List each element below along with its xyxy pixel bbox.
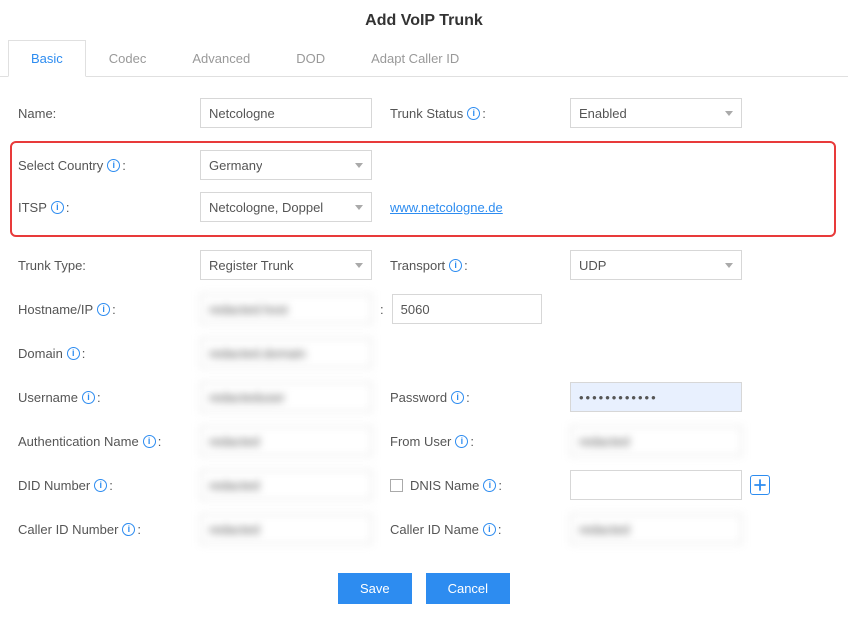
- password-label-text: Password: [390, 390, 447, 405]
- name-label-text: Name:: [18, 106, 56, 121]
- select-country-value: Germany: [209, 158, 262, 173]
- page-title: Add VoIP Trunk: [0, 0, 848, 40]
- itsp-link[interactable]: www.netcologne.de: [390, 200, 503, 215]
- country-itsp-highlight: Select Country i : Germany ITSP i : Netc…: [10, 141, 836, 237]
- username-label-text: Username: [18, 390, 78, 405]
- trunk-status-label: Trunk Status i :: [390, 106, 570, 121]
- dnis-checkbox[interactable]: [390, 479, 403, 492]
- chevron-down-icon: [725, 111, 733, 116]
- domain-label-text: Domain: [18, 346, 63, 361]
- chevron-down-icon: [355, 205, 363, 210]
- tab-dod[interactable]: DOD: [273, 40, 348, 76]
- tab-adapt-caller-id[interactable]: Adapt Caller ID: [348, 40, 482, 76]
- did-number-input[interactable]: [200, 470, 372, 500]
- trunk-type-select[interactable]: Register Trunk: [200, 250, 372, 280]
- cancel-button[interactable]: Cancel: [426, 573, 510, 604]
- form-area: Name: Trunk Status i : Enabled Select Co…: [0, 77, 848, 565]
- info-icon[interactable]: i: [94, 479, 107, 492]
- info-icon[interactable]: i: [483, 523, 496, 536]
- add-did-button[interactable]: [750, 475, 770, 495]
- caller-id-number-label-text: Caller ID Number: [18, 522, 118, 537]
- caller-id-name-label-text: Caller ID Name: [390, 522, 479, 537]
- dnis-name-label-text: DNIS Name: [410, 478, 479, 493]
- auth-name-label-text: Authentication Name: [18, 434, 139, 449]
- hostname-input[interactable]: [200, 294, 372, 324]
- info-icon[interactable]: i: [51, 201, 64, 214]
- tab-basic[interactable]: Basic: [8, 40, 86, 77]
- info-icon[interactable]: i: [67, 347, 80, 360]
- port-separator: :: [372, 302, 392, 317]
- transport-value: UDP: [579, 258, 606, 273]
- tab-codec[interactable]: Codec: [86, 40, 170, 76]
- tab-advanced[interactable]: Advanced: [169, 40, 273, 76]
- port-input[interactable]: [392, 294, 542, 324]
- name-label: Name:: [18, 106, 200, 121]
- info-icon[interactable]: i: [143, 435, 156, 448]
- caller-id-number-label: Caller ID Number i :: [18, 522, 200, 537]
- chevron-down-icon: [355, 163, 363, 168]
- footer-buttons: Save Cancel: [0, 565, 848, 622]
- info-icon[interactable]: i: [455, 435, 468, 448]
- dnis-name-input[interactable]: [570, 470, 742, 500]
- trunk-status-select[interactable]: Enabled: [570, 98, 742, 128]
- password-input[interactable]: [570, 382, 742, 412]
- dnis-name-label: DNIS Name i :: [390, 478, 570, 493]
- caller-id-number-input[interactable]: [200, 514, 372, 544]
- plus-icon: [754, 479, 766, 491]
- did-number-label: DID Number i :: [18, 478, 200, 493]
- hostname-label: Hostname/IP i :: [18, 302, 200, 317]
- chevron-down-icon: [725, 263, 733, 268]
- info-icon[interactable]: i: [467, 107, 480, 120]
- from-user-label-text: From User: [390, 434, 451, 449]
- transport-select[interactable]: UDP: [570, 250, 742, 280]
- auth-name-label: Authentication Name i :: [18, 434, 200, 449]
- info-icon[interactable]: i: [97, 303, 110, 316]
- password-label: Password i :: [390, 390, 570, 405]
- from-user-label: From User i :: [390, 434, 570, 449]
- select-country-label: Select Country i :: [18, 158, 200, 173]
- itsp-label-text: ITSP: [18, 200, 47, 215]
- trunk-type-value: Register Trunk: [209, 258, 294, 273]
- hostname-label-text: Hostname/IP: [18, 302, 93, 317]
- domain-label: Domain i :: [18, 346, 200, 361]
- caller-id-name-input[interactable]: [570, 514, 742, 544]
- transport-label: Transport i :: [390, 258, 570, 273]
- username-input[interactable]: [200, 382, 372, 412]
- itsp-value: Netcologne, Doppel: [209, 200, 323, 215]
- itsp-label: ITSP i :: [18, 200, 200, 215]
- select-country-select[interactable]: Germany: [200, 150, 372, 180]
- info-icon[interactable]: i: [122, 523, 135, 536]
- trunk-type-label: Trunk Type:: [18, 258, 200, 273]
- info-icon[interactable]: i: [82, 391, 95, 404]
- trunk-status-value: Enabled: [579, 106, 627, 121]
- itsp-select[interactable]: Netcologne, Doppel: [200, 192, 372, 222]
- info-icon[interactable]: i: [483, 479, 496, 492]
- info-icon[interactable]: i: [107, 159, 120, 172]
- transport-label-text: Transport: [390, 258, 445, 273]
- auth-name-input[interactable]: [200, 426, 372, 456]
- tabs: Basic Codec Advanced DOD Adapt Caller ID: [0, 40, 848, 77]
- domain-input[interactable]: [200, 338, 372, 368]
- info-icon[interactable]: i: [451, 391, 464, 404]
- trunk-type-label-text: Trunk Type:: [18, 258, 86, 273]
- trunk-status-label-text: Trunk Status: [390, 106, 463, 121]
- did-number-label-text: DID Number: [18, 478, 90, 493]
- save-button[interactable]: Save: [338, 573, 412, 604]
- select-country-label-text: Select Country: [18, 158, 103, 173]
- caller-id-name-label: Caller ID Name i :: [390, 522, 570, 537]
- username-label: Username i :: [18, 390, 200, 405]
- from-user-input[interactable]: [570, 426, 742, 456]
- name-input[interactable]: [200, 98, 372, 128]
- info-icon[interactable]: i: [449, 259, 462, 272]
- chevron-down-icon: [355, 263, 363, 268]
